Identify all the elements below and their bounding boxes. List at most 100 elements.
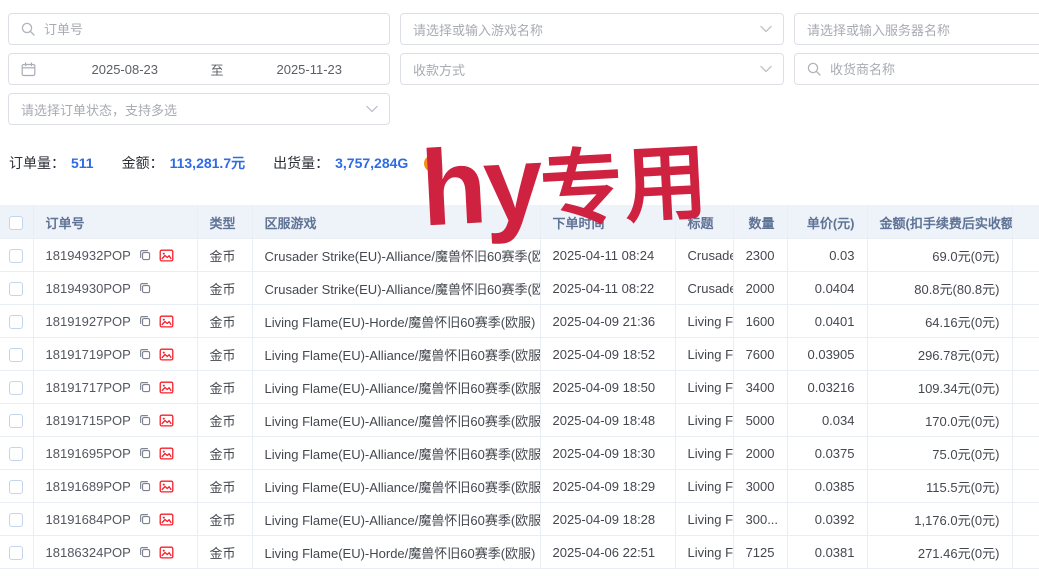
copy-icon[interactable] [138, 479, 152, 493]
cell-extra [1012, 404, 1039, 437]
game-name-placeholder: 请选择或输入游戏名称 [413, 20, 760, 39]
copy-icon[interactable] [138, 281, 152, 295]
cell-title: Living Flame [675, 470, 733, 503]
merchant-name-search[interactable] [794, 53, 1039, 85]
image-icon[interactable] [159, 248, 174, 263]
search-icon [21, 22, 35, 36]
cell-type: 金币 [197, 371, 252, 404]
cell-title: Living Flame [675, 338, 733, 371]
cell-checkbox [0, 239, 33, 272]
cell-extra [1012, 536, 1039, 569]
help-icon[interactable]: ? [424, 155, 441, 172]
copy-icon[interactable] [138, 512, 152, 526]
order-status-select[interactable]: 请选择订单状态，支持多选 [8, 93, 390, 125]
cell-type: 金币 [197, 470, 252, 503]
select-all-checkbox[interactable] [9, 216, 23, 230]
cell-type: 金币 [197, 338, 252, 371]
cell-region-game: Living Flame(EU)-Alliance/魔兽怀旧60赛季(欧服) [252, 371, 540, 404]
cell-checkbox [0, 305, 33, 338]
cell-order-time: 2025-04-09 18:28 [540, 503, 675, 536]
cell-quantity: 3400 [733, 371, 787, 404]
cell-type: 金币 [197, 437, 252, 470]
order-number-input[interactable] [44, 14, 389, 44]
end-date[interactable]: 2025-11-23 [230, 62, 390, 77]
header-quantity: 数量 [733, 206, 787, 239]
server-name-select[interactable]: 请选择或输入服务器名称 [794, 13, 1039, 45]
row-checkbox[interactable] [9, 348, 23, 362]
order-id: 18186324POP [46, 545, 131, 560]
cell-amount: 115.5元(0元) [867, 470, 1012, 503]
row-checkbox[interactable] [9, 414, 23, 428]
row-checkbox[interactable] [9, 315, 23, 329]
image-icon[interactable] [159, 347, 174, 362]
cell-extra [1012, 272, 1039, 305]
table-row: 18186324POP金币Living Flame(EU)-Horde/魔兽怀旧… [0, 536, 1039, 569]
cell-unit-price: 0.0404 [787, 272, 867, 305]
image-icon[interactable] [159, 380, 174, 395]
copy-icon[interactable] [138, 380, 152, 394]
cell-title: Living Flame [675, 371, 733, 404]
copy-icon[interactable] [138, 413, 152, 427]
image-icon[interactable] [159, 545, 174, 560]
shipment-value: 3,757,284G [335, 155, 408, 171]
cell-amount: 109.34元(0元) [867, 371, 1012, 404]
cell-quantity: 2300 [733, 239, 787, 272]
table-row: 18191695POP金币Living Flame(EU)-Alliance/魔… [0, 437, 1039, 470]
table-row: 18194930POP金币Crusader Strike(EU)-Allianc… [0, 272, 1039, 305]
orders-table: 订单号 类型 区服游戏 下单时间 标题 数量 单价(元) 金额(扣手续费后实收额… [0, 205, 1039, 569]
cell-unit-price: 0.0385 [787, 470, 867, 503]
order-id: 18191689POP [46, 479, 131, 494]
copy-icon[interactable] [138, 248, 152, 262]
image-icon[interactable] [159, 413, 174, 428]
date-range-picker[interactable]: 2025-08-23 至 2025-11-23 [8, 53, 390, 85]
row-checkbox[interactable] [9, 249, 23, 263]
cell-order-id: 18194930POP [33, 272, 197, 305]
cell-quantity: 1600 [733, 305, 787, 338]
row-checkbox[interactable] [9, 480, 23, 494]
image-icon[interactable] [159, 314, 174, 329]
image-icon[interactable] [159, 512, 174, 527]
cell-order-time: 2025-04-11 08:22 [540, 272, 675, 305]
header-order-time: 下单时间 [540, 206, 675, 239]
cell-extra [1012, 305, 1039, 338]
cell-checkbox [0, 470, 33, 503]
header-title: 标题 [675, 206, 733, 239]
date-range-separator: 至 [205, 60, 230, 79]
cell-region-game: Crusader Strike(EU)-Alliance/魔兽怀旧60赛季(欧服… [252, 272, 540, 305]
row-checkbox[interactable] [9, 513, 23, 527]
cell-amount: 75.0元(0元) [867, 437, 1012, 470]
row-checkbox[interactable] [9, 447, 23, 461]
cell-unit-price: 0.0401 [787, 305, 867, 338]
copy-icon[interactable] [138, 446, 152, 460]
cell-checkbox [0, 404, 33, 437]
image-icon[interactable] [159, 479, 174, 494]
row-checkbox[interactable] [9, 282, 23, 296]
row-checkbox[interactable] [9, 381, 23, 395]
chevron-down-icon [760, 25, 772, 33]
cell-unit-price: 0.0392 [787, 503, 867, 536]
cell-extra [1012, 503, 1039, 536]
cell-checkbox [0, 437, 33, 470]
payment-method-select[interactable]: 收款方式 [400, 53, 784, 85]
order-number-search[interactable] [8, 13, 390, 45]
search-icon [807, 62, 821, 76]
order-count-value: 511 [71, 155, 94, 171]
copy-icon[interactable] [138, 314, 152, 328]
cell-type: 金币 [197, 239, 252, 272]
table-row: 18191927POP金币Living Flame(EU)-Horde/魔兽怀旧… [0, 305, 1039, 338]
order-management-page: 请选择或输入游戏名称 请选择或输入服务器名称 2025-08-23 至 2025… [0, 0, 1039, 581]
image-icon[interactable] [159, 446, 174, 461]
cell-order-time: 2025-04-09 18:52 [540, 338, 675, 371]
game-name-select[interactable]: 请选择或输入游戏名称 [400, 13, 784, 45]
row-checkbox[interactable] [9, 546, 23, 560]
copy-icon[interactable] [138, 545, 152, 559]
start-date[interactable]: 2025-08-23 [45, 62, 205, 77]
cell-order-time: 2025-04-06 22:51 [540, 536, 675, 569]
merchant-name-input[interactable] [830, 54, 1039, 84]
copy-icon[interactable] [138, 347, 152, 361]
cell-region-game: Crusader Strike(EU)-Alliance/魔兽怀旧60赛季(欧服… [252, 239, 540, 272]
cell-quantity: 3000 [733, 470, 787, 503]
header-order-id: 订单号 [33, 206, 197, 239]
cell-unit-price: 0.03216 [787, 371, 867, 404]
summary-stats: 订单量： 511 金额： 113,281.7元 出货量： 3,757,284G … [9, 153, 441, 173]
